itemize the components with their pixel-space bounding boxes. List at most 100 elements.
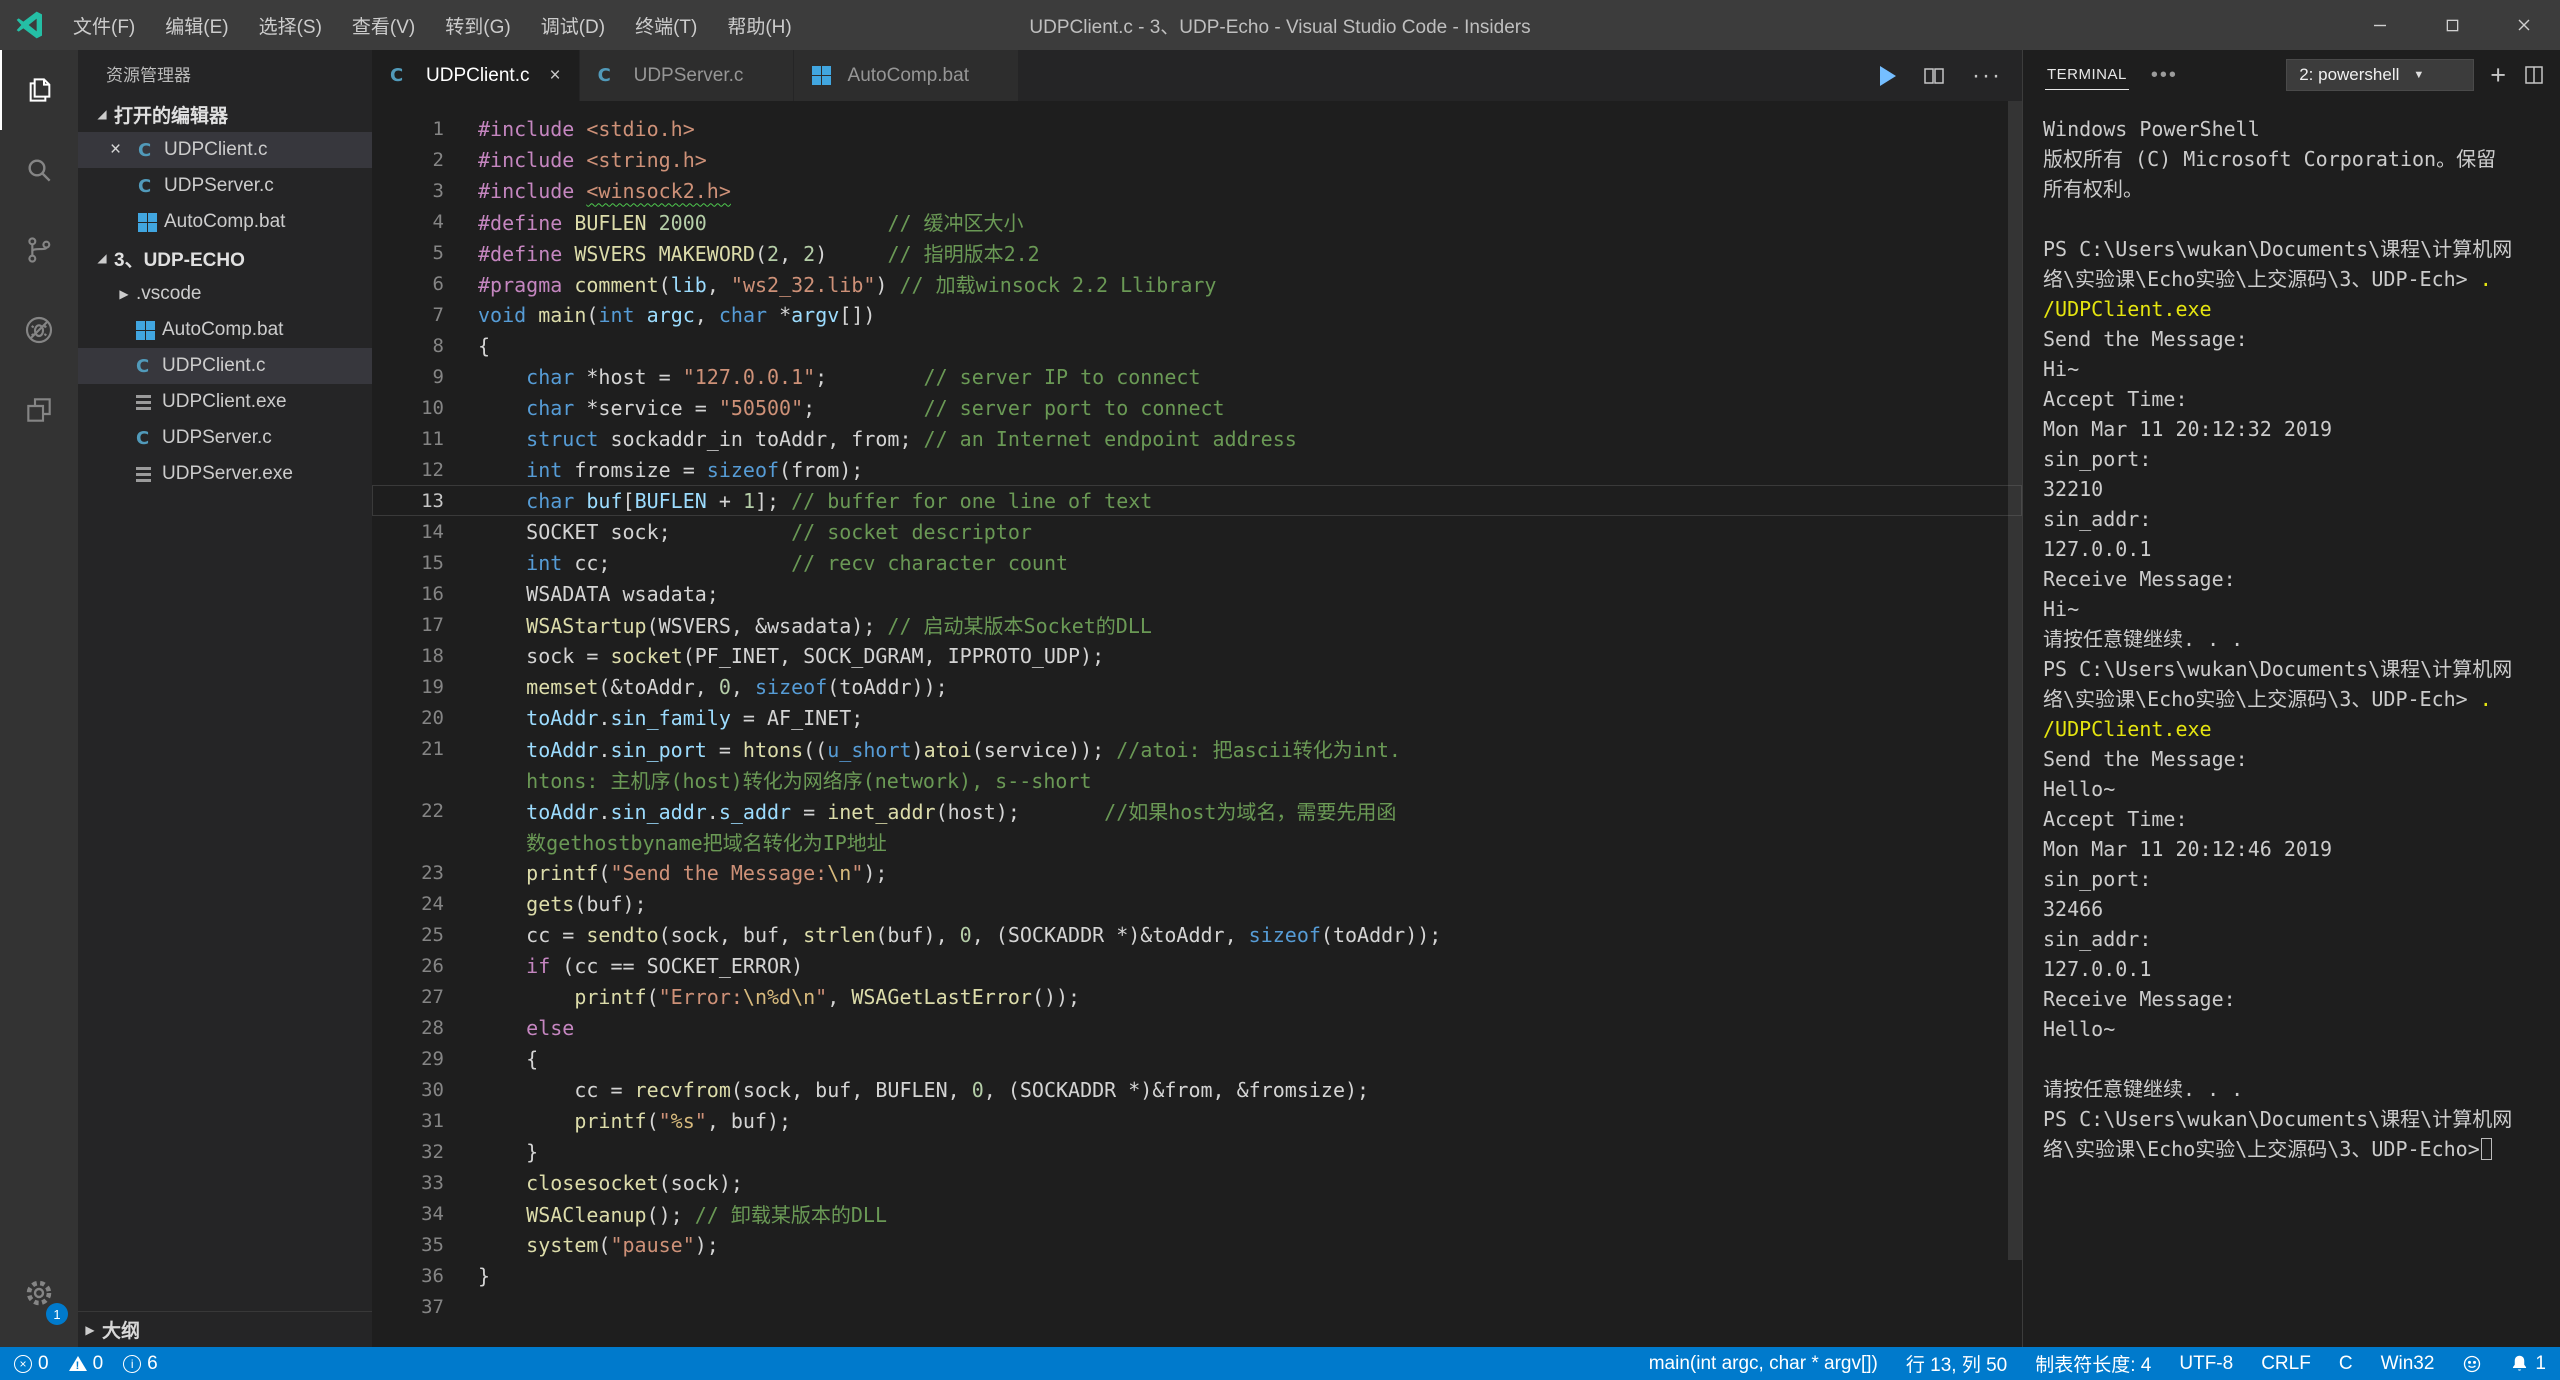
editor-code-line[interactable]: 20 toAddr.sin_family = AF_INET; — [372, 702, 2022, 733]
editor-code-line[interactable]: 32 } — [372, 1136, 2022, 1167]
tree-item[interactable]: CUDPClient.c — [78, 348, 372, 384]
editor-code-line[interactable]: 5#define WSVERS MAKEWORD(2, 2) // 指明版本2.… — [372, 237, 2022, 268]
editor-code-line[interactable]: 13 char buf[BUFLEN + 1]; // buffer for o… — [372, 485, 2022, 516]
menu-item[interactable]: 编辑(E) — [150, 0, 243, 50]
explorer-icon[interactable] — [0, 50, 78, 130]
close-button[interactable] — [2488, 0, 2560, 50]
tab-UDPServer.c[interactable]: CUDPServer.c× — [580, 50, 794, 101]
editor-code-line[interactable]: 24 gets(buf); — [372, 888, 2022, 919]
terminal-line: 32466 — [2043, 894, 2560, 924]
editor-code-line[interactable]: 2#include <string.h> — [372, 144, 2022, 175]
tab-UDPClient.c[interactable]: CUDPClient.c× — [372, 50, 580, 101]
folder-section-header[interactable]: ◢ 3、UDP-ECHO — [78, 240, 372, 276]
editor-code-line[interactable]: 19 memset(&toAddr, 0, sizeof(toAddr)); — [372, 671, 2022, 702]
problems-warnings[interactable]: ! 0 — [69, 1353, 104, 1375]
problems-infos[interactable]: i 6 — [123, 1353, 158, 1375]
tree-item[interactable]: UDPServer.exe — [78, 456, 372, 492]
source-control-icon[interactable] — [0, 210, 78, 290]
outline-section-header[interactable]: ▶ 大纲 — [78, 1311, 372, 1347]
split-editor-icon[interactable] — [1922, 64, 1946, 88]
eol-sequence[interactable]: CRLF — [2261, 1353, 2311, 1375]
notifications-bell[interactable]: 1 — [2510, 1353, 2546, 1375]
editor-code-line[interactable]: 31 printf("%s", buf); — [372, 1105, 2022, 1136]
editor-code-line[interactable]: 35 system("pause"); — [372, 1229, 2022, 1260]
menu-item[interactable]: 转到(G) — [430, 0, 525, 50]
editor-code-line[interactable]: 27 printf("Error:\n%d\n", WSAGetLastErro… — [372, 981, 2022, 1012]
code-text: cc = sendto(sock, buf, strlen(buf), 0, (… — [444, 923, 1441, 947]
tree-item[interactable]: AutoComp.bat — [78, 312, 372, 348]
settings-gear-icon[interactable]: 1 — [0, 1253, 78, 1333]
scrollbar-thumb[interactable] — [2008, 101, 2022, 1260]
editor-code-line[interactable]: 1#include <stdio.h> — [372, 113, 2022, 144]
editor-code-line[interactable]: 34 WSACleanup(); // 卸载某版本的DLL — [372, 1198, 2022, 1229]
minimize-button[interactable] — [2344, 0, 2416, 50]
extensions-icon[interactable] — [0, 370, 78, 450]
open-editor-item[interactable]: ×AutoComp.bat — [78, 204, 372, 240]
new-terminal-icon[interactable]: + — [2490, 62, 2506, 89]
menu-item[interactable]: 选择(S) — [244, 0, 337, 50]
close-icon[interactable]: × — [110, 139, 138, 161]
editor-code-line[interactable]: 33 closesocket(sock); — [372, 1167, 2022, 1198]
menu-item[interactable]: 查看(V) — [337, 0, 430, 50]
editor-code-line[interactable]: 15 int cc; // recv character count — [372, 547, 2022, 578]
editor-code-line[interactable]: 26 if (cc == SOCKET_ERROR) — [372, 950, 2022, 981]
feedback-smiley-icon[interactable] — [2462, 1354, 2482, 1374]
editor-code-line[interactable]: 37 — [372, 1291, 2022, 1322]
terminal-tab[interactable]: TERMINAL — [2045, 60, 2129, 90]
cursor-position[interactable]: 行 13, 列 50 — [1906, 1350, 2007, 1377]
menu-item[interactable]: 帮助(H) — [712, 0, 806, 50]
editor-code-line[interactable]: 30 cc = recvfrom(sock, buf, BUFLEN, 0, (… — [372, 1074, 2022, 1105]
editor-code-line[interactable]: 25 cc = sendto(sock, buf, strlen(buf), 0… — [372, 919, 2022, 950]
editor-scrollbar[interactable] — [2008, 101, 2022, 1347]
editor-code-line[interactable]: 数gethostbyname把域名转化为IP地址 — [372, 826, 2022, 857]
editor-code-line[interactable]: 29 { — [372, 1043, 2022, 1074]
platform-target[interactable]: Win32 — [2381, 1353, 2435, 1375]
editor-code-line[interactable]: htons: 主机序(host)转化为网络序(network), s--shor… — [372, 764, 2022, 795]
editor-code-line[interactable]: 6#pragma comment(lib, "ws2_32.lib") // 加… — [372, 268, 2022, 299]
encoding[interactable]: UTF-8 — [2179, 1353, 2233, 1375]
menu-item[interactable]: 文件(F) — [58, 0, 150, 50]
editor-code-line[interactable]: 18 sock = socket(PF_INET, SOCK_DGRAM, IP… — [372, 640, 2022, 671]
line-number: 33 — [372, 1172, 444, 1194]
editor-code-line[interactable]: 14 SOCKET sock; // socket descriptor — [372, 516, 2022, 547]
menu-item[interactable]: 终端(T) — [620, 0, 712, 50]
split-terminal-icon[interactable] — [2522, 63, 2546, 87]
editor-code-line[interactable]: 8{ — [372, 330, 2022, 361]
editor-code-line[interactable]: 23 printf("Send the Message:\n"); — [372, 857, 2022, 888]
editor-code-line[interactable]: 10 char *service = "50500"; // server po… — [372, 392, 2022, 423]
panel-more-icon[interactable]: ••• — [2151, 64, 2178, 87]
run-code-button[interactable] — [1880, 66, 1896, 86]
debug-icon[interactable] — [0, 290, 78, 370]
open-editors-section-header[interactable]: ◢ 打开的编辑器 — [78, 96, 372, 132]
more-actions-icon[interactable]: ··· — [1972, 62, 2002, 90]
open-editor-item[interactable]: ×CUDPClient.c — [78, 132, 372, 168]
terminal-instance-select[interactable]: 2: powershell ▼ — [2286, 59, 2474, 91]
problems-errors[interactable]: × 0 — [14, 1353, 49, 1375]
editor-code-line[interactable]: 36} — [372, 1260, 2022, 1291]
search-icon[interactable] — [0, 130, 78, 210]
terminal-output[interactable]: Windows PowerShell版权所有 (C) Microsoft Cor… — [2023, 100, 2560, 1347]
editor-code-line[interactable]: 22 toAddr.sin_addr.s_addr = inet_addr(ho… — [372, 795, 2022, 826]
editor-code-line[interactable]: 28 else — [372, 1012, 2022, 1043]
editor-code-line[interactable]: 3#include <winsock2.h> — [372, 175, 2022, 206]
tree-item[interactable]: UDPClient.exe — [78, 384, 372, 420]
open-editor-item[interactable]: ×CUDPServer.c — [78, 168, 372, 204]
editor-code-line[interactable]: 7void main(int argc, char *argv[]) — [372, 299, 2022, 330]
editor-code-line[interactable]: 11 struct sockaddr_in toAddr, from; // a… — [372, 423, 2022, 454]
language-mode[interactable]: C — [2339, 1353, 2353, 1375]
tree-item[interactable]: ▶.vscode — [78, 276, 372, 312]
tab-close-icon[interactable]: × — [549, 65, 560, 87]
editor-code-line[interactable]: 16 WSADATA wsadata; — [372, 578, 2022, 609]
editor-code-line[interactable]: 4#define BUFLEN 2000 // 缓冲区大小 — [372, 206, 2022, 237]
editor-code-line[interactable]: 21 toAddr.sin_port = htons((u_short)atoi… — [372, 733, 2022, 764]
symbol-context[interactable]: main(int argc, char * argv[]) — [1649, 1353, 1878, 1375]
tree-item[interactable]: CUDPServer.c — [78, 420, 372, 456]
tab-AutoComp.bat[interactable]: AutoComp.bat× — [794, 50, 1020, 101]
code-editor[interactable]: 1#include <stdio.h>2#include <string.h>3… — [372, 101, 2022, 1347]
menu-item[interactable]: 调试(D) — [526, 0, 620, 50]
editor-code-line[interactable]: 9 char *host = "127.0.0.1"; // server IP… — [372, 361, 2022, 392]
tab-size[interactable]: 制表符长度: 4 — [2035, 1350, 2151, 1377]
editor-code-line[interactable]: 12 int fromsize = sizeof(from); — [372, 454, 2022, 485]
editor-code-line[interactable]: 17 WSAStartup(WSVERS, &wsadata); // 启动某版… — [372, 609, 2022, 640]
maximize-button[interactable] — [2416, 0, 2488, 50]
